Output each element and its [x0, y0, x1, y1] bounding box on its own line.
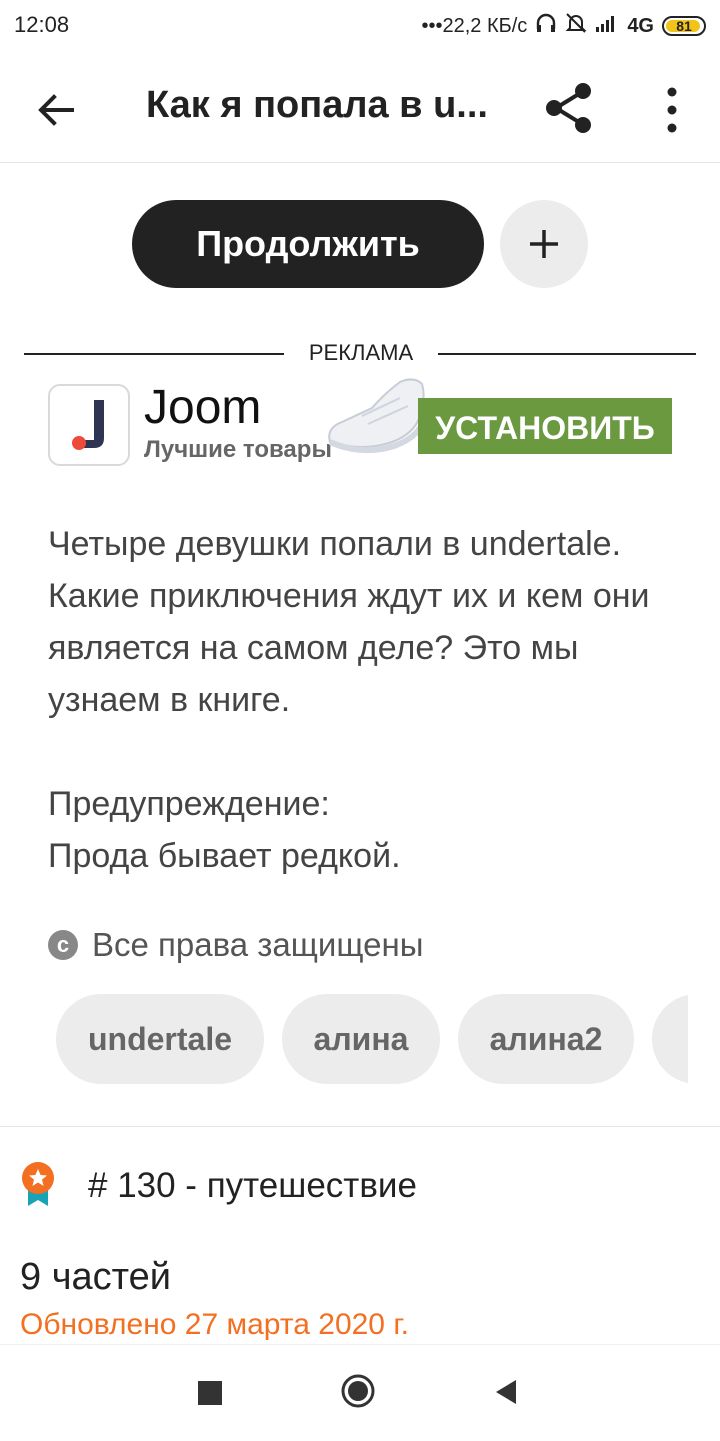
rank-badge-icon [18, 1160, 58, 1208]
system-nav-bar [0, 1344, 720, 1441]
tag-chip[interactable]: алина2 [458, 994, 634, 1084]
tag-list: undertale алина алина2 [56, 994, 688, 1086]
page-title: Как я попала в u... [146, 84, 488, 126]
joom-logo-icon[interactable] [48, 384, 130, 466]
network-type: 4G [627, 14, 654, 37]
add-to-library-button[interactable] [500, 200, 588, 288]
status-time: 12:08 [14, 12, 70, 37]
arrow-left-icon[interactable] [32, 86, 80, 134]
status-bar: 12:08 •••22,2 КБ/с 4G 81 [0, 0, 720, 52]
ranking-text[interactable]: # 130 - путешествие [88, 1166, 417, 1206]
story-description: Четыре девушки попали в undertale. Какие… [48, 518, 688, 882]
copyright-text: Все права защищены [92, 926, 424, 963]
description-warning: Предупреждение: [48, 785, 330, 823]
ad-install-button[interactable]: УСТАНОВИТЬ [418, 398, 672, 454]
description-note: Прода бывает редкой. [48, 837, 401, 875]
more-vertical-icon[interactable] [650, 82, 694, 138]
headphones-icon [535, 13, 557, 39]
ad-app-tagline: Лучшие товары [144, 436, 332, 463]
ad-app-name[interactable]: Joom [144, 380, 261, 435]
updated-date: Обновлено 27 марта 2020 г. [20, 1308, 409, 1341]
parts-count: 9 частей [20, 1256, 171, 1298]
section-divider [0, 1126, 720, 1127]
circle-icon[interactable] [340, 1373, 376, 1409]
tag-chip[interactable]: undertale [56, 994, 264, 1084]
battery-level: 81 [676, 18, 692, 34]
square-icon[interactable] [198, 1381, 222, 1405]
tag-chip[interactable] [652, 994, 688, 1084]
ad-divider-left [24, 353, 284, 355]
network-speed: •••22,2 КБ/с [421, 14, 528, 37]
continue-reading-button[interactable]: Продолжить [132, 200, 484, 288]
ad-divider-right [438, 353, 696, 355]
signal-icon [595, 13, 619, 39]
copyright-icon: c [48, 930, 78, 960]
top-app-bar: Как я попала в u... [0, 52, 720, 163]
description-text: Четыре девушки попали в undertale. Какие… [48, 525, 650, 719]
plus-icon [530, 230, 558, 258]
sneaker-image [322, 372, 432, 468]
share-icon[interactable] [538, 78, 598, 138]
tag-chip[interactable]: алина [282, 994, 440, 1084]
bell-muted-icon [565, 12, 587, 40]
battery-icon: 81 [662, 16, 706, 36]
ad-label: РЕКЛАМА [308, 340, 414, 365]
status-indicators: •••22,2 КБ/с 4G 81 [421, 12, 706, 40]
triangle-back-icon[interactable] [492, 1377, 520, 1407]
copyright-notice: c Все права защищены [48, 926, 423, 964]
